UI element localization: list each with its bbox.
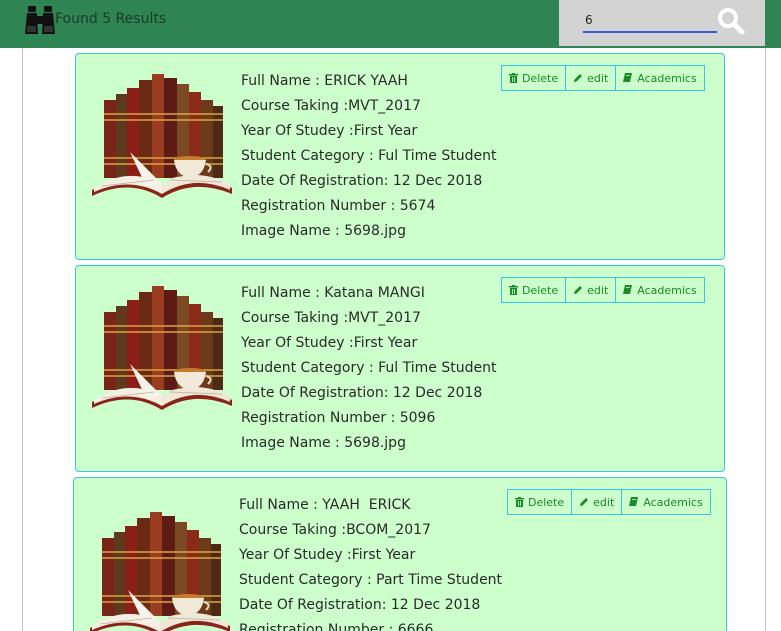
- card-actions: Delete edit Academics: [507, 489, 711, 515]
- info-line: Student Category : Ful Time Student: [241, 360, 497, 376]
- delete-label: Delete: [522, 283, 559, 297]
- trash-icon: [509, 73, 518, 83]
- student-info: Full Name : YAAH ERICK Course Taking :BCO…: [239, 493, 502, 631]
- pencil-icon: [574, 286, 583, 294]
- info-line: Date Of Registration: 12 Dec 2018: [241, 385, 483, 401]
- edit-button[interactable]: edit: [565, 65, 617, 91]
- info-line: Date Of Registration: 12 Dec 2018: [239, 597, 481, 613]
- student-card: Full Name : ERICK YAAH Course Taking :MVT…: [75, 53, 725, 260]
- info-line: Image Name : 5698.jpg: [241, 223, 406, 239]
- student-card: Full Name : YAAH ERICK Course Taking :BCO…: [73, 477, 727, 631]
- page-frame-right: [765, 48, 766, 631]
- search-input[interactable]: [583, 9, 717, 33]
- binoculars-icon: [25, 6, 55, 34]
- books-image: [92, 286, 232, 410]
- edit-button[interactable]: edit: [565, 277, 617, 303]
- info-line: Full Name : ERICK YAAH: [241, 73, 408, 89]
- academics-label: Academics: [643, 495, 703, 509]
- info-line: Registration Number : 6666: [239, 622, 434, 631]
- search-icon[interactable]: [716, 6, 746, 36]
- book-icon: [623, 73, 633, 82]
- card-actions: Delete edit Academics: [501, 65, 705, 91]
- info-line: Registration Number : 5096: [241, 410, 436, 426]
- trash-icon: [509, 285, 518, 295]
- books-image: [90, 512, 230, 631]
- book-icon: [629, 497, 639, 506]
- pencil-icon: [574, 74, 583, 82]
- edit-label: edit: [587, 71, 609, 85]
- info-line: Student Category : Part Time Student: [239, 572, 503, 588]
- delete-label: Delete: [528, 495, 565, 509]
- student-info: Full Name : ERICK YAAH Course Taking :MVT…: [241, 69, 496, 244]
- info-line: Year Of Studey :First Year: [241, 123, 418, 139]
- academics-label: Academics: [637, 283, 697, 297]
- search-box: [559, 0, 765, 46]
- delete-label: Delete: [522, 71, 559, 85]
- info-line: Date Of Registration: 12 Dec 2018: [241, 173, 483, 189]
- delete-button[interactable]: Delete: [501, 277, 567, 303]
- page-frame-left: [22, 48, 23, 631]
- academics-button[interactable]: Academics: [615, 65, 705, 91]
- books-image: [92, 74, 232, 198]
- top-bar: Found 5 Results: [0, 0, 781, 48]
- academics-button[interactable]: Academics: [621, 489, 711, 515]
- info-line: Course Taking :MVT_2017: [241, 310, 421, 326]
- student-card: Full Name : Katana MANGI Course Taking :M…: [75, 265, 725, 472]
- edit-label: edit: [593, 495, 615, 509]
- info-line: Full Name : Katana MANGI: [241, 285, 425, 301]
- academics-label: Academics: [637, 71, 697, 85]
- pencil-icon: [580, 498, 589, 506]
- edit-button[interactable]: edit: [571, 489, 623, 515]
- book-icon: [623, 285, 633, 294]
- results-count: Found 5 Results: [55, 11, 167, 27]
- academics-button[interactable]: Academics: [615, 277, 705, 303]
- info-line: Course Taking :BCOM_2017: [239, 522, 431, 538]
- info-line: Full Name : YAAH ERICK: [239, 497, 411, 513]
- info-line: Student Category : Ful Time Student: [241, 148, 497, 164]
- info-line: Course Taking :MVT_2017: [241, 98, 421, 114]
- trash-icon: [515, 497, 524, 507]
- info-line: Year Of Studey :First Year: [239, 547, 416, 563]
- info-line: Registration Number : 5674: [241, 198, 436, 214]
- card-actions: Delete edit Academics: [501, 277, 705, 303]
- info-line: Image Name : 5698.jpg: [241, 435, 406, 451]
- delete-button[interactable]: Delete: [507, 489, 573, 515]
- edit-label: edit: [587, 283, 609, 297]
- delete-button[interactable]: Delete: [501, 65, 567, 91]
- info-line: Year Of Studey :First Year: [241, 335, 418, 351]
- student-info: Full Name : Katana MANGI Course Taking :M…: [241, 281, 496, 456]
